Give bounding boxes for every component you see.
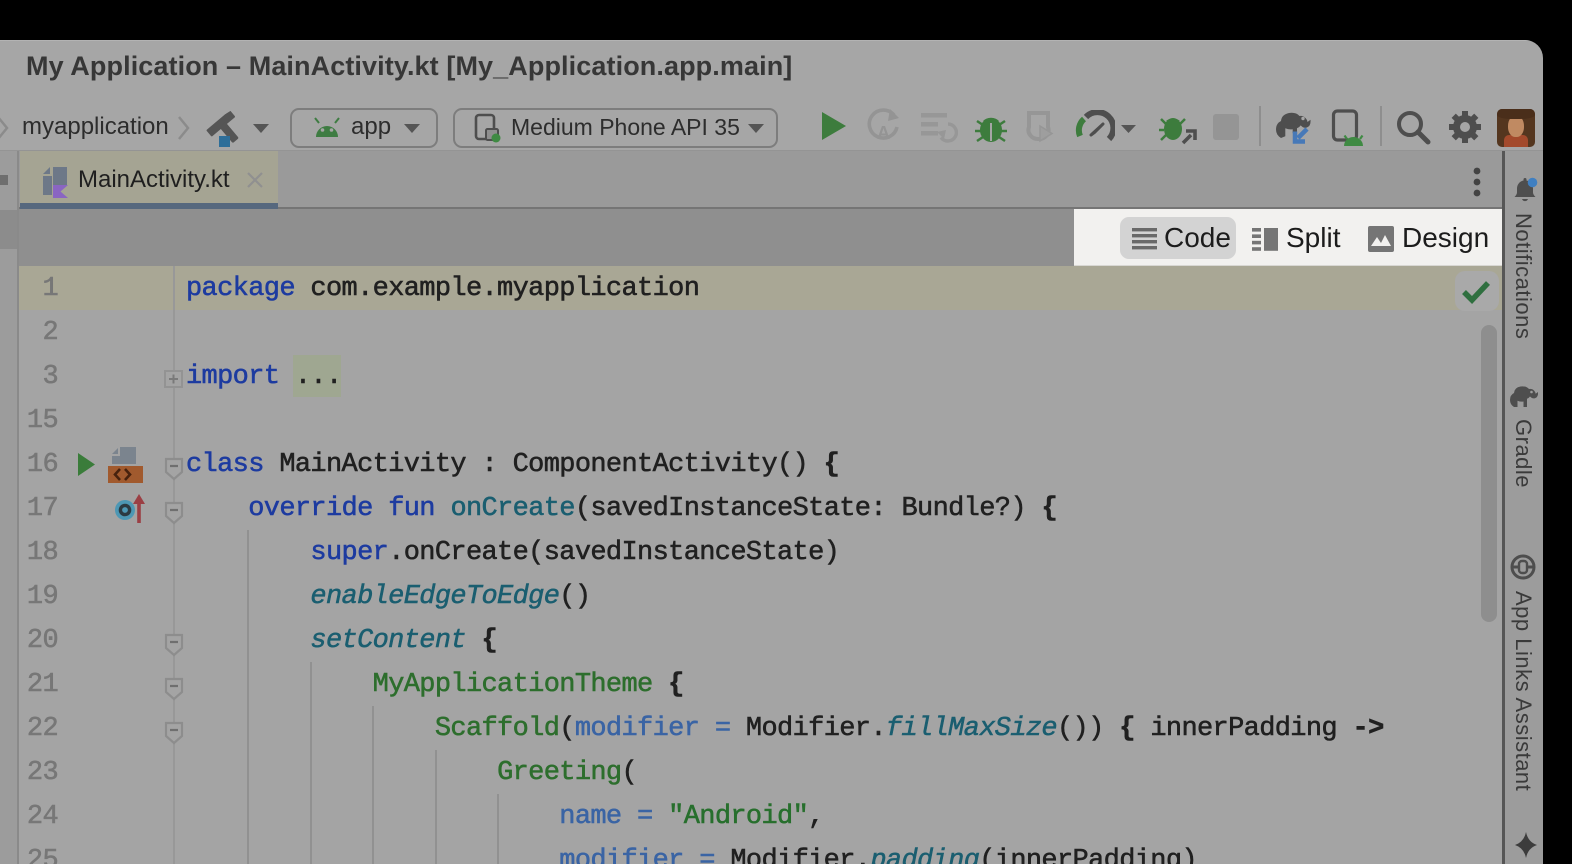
svg-text:A: A <box>877 123 890 143</box>
